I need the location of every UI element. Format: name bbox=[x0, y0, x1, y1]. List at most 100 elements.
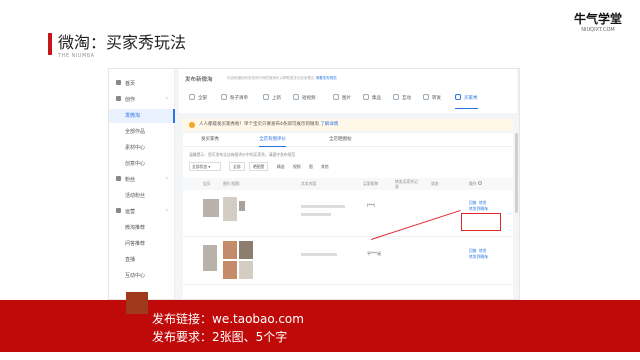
publish-requirements-text: 发布要求：2张图、5个字 bbox=[152, 330, 288, 344]
sidebar-item-post[interactable]: 发微淘 bbox=[109, 109, 175, 123]
hint-text: 温馨提示：您可发布全店有图评价中的买家秀，请遵守发布规范 bbox=[189, 152, 296, 157]
sub-tabs: 发买家秀 全店有图评价 全店晒图帖 bbox=[183, 133, 513, 147]
admin-screenshot: 首页 创作 ⌃ 发微淘 全部作品 素材中心 创意中心 粉丝 ⌃ 活动粉丝 运营 ⌃ 微… bbox=[108, 68, 520, 300]
sidebar-item-recommend[interactable]: 微淘推荐 bbox=[109, 221, 175, 235]
video-icon bbox=[293, 94, 299, 100]
filter-chip[interactable]: 晒图赞 bbox=[249, 162, 269, 171]
column-header: 转发买家秀记录 bbox=[395, 179, 418, 189]
review-photo bbox=[239, 201, 245, 211]
column-header: 买家昵称 bbox=[363, 181, 379, 186]
tab-all[interactable]: 全部 bbox=[189, 89, 207, 109]
review-text bbox=[301, 253, 337, 256]
forward-to-weitao-link[interactable]: 转发到微淘 bbox=[469, 206, 488, 211]
column-header: 文本内容 bbox=[301, 181, 317, 186]
review-text bbox=[301, 205, 345, 208]
sidebar-item-all-works[interactable]: 全部作品 bbox=[109, 125, 175, 139]
row-actions: 回复 转发 转发到微淘 bbox=[469, 200, 488, 212]
sidebar-item-live[interactable]: 直播 bbox=[109, 253, 175, 267]
review-photo bbox=[223, 197, 237, 221]
reply-link[interactable]: 回复 bbox=[469, 248, 477, 253]
banner-square bbox=[126, 292, 148, 314]
brand-logo: 牛气学堂 NIUQIXT.COM bbox=[570, 12, 626, 33]
chevron-up-icon: ⌃ bbox=[164, 209, 169, 215]
sidebar-item-interaction[interactable]: 互动中心 bbox=[109, 269, 175, 283]
chevron-up-icon: ⌃ bbox=[164, 97, 169, 103]
sidebar-item-active-fans[interactable]: 活动粉丝 bbox=[109, 189, 175, 203]
help-icon[interactable] bbox=[477, 181, 482, 185]
column-header: 操作 bbox=[469, 178, 482, 190]
review-photo bbox=[239, 261, 253, 279]
post-panel: 发布新微淘 内容和通知有效发布时间的微淘可以帮助更多的买家看见 请看发布规范 全… bbox=[179, 69, 517, 113]
tab-video[interactable]: 短视频 bbox=[293, 89, 316, 109]
filter-chip[interactable]: 其他 bbox=[321, 162, 329, 171]
review-photo bbox=[223, 261, 237, 279]
subtab-photo-posts[interactable]: 全店晒图帖 bbox=[329, 133, 352, 147]
tab-list[interactable]: 粉子清单 bbox=[221, 89, 248, 109]
publish-link-text: 发布链接：we.taobao.com bbox=[152, 312, 304, 326]
post-type-tabs: 全部 粉子清单 上新 短视频 图片 集品 互动 转发 买家秀 bbox=[183, 89, 513, 109]
tab-new[interactable]: 上新 bbox=[263, 89, 281, 109]
highlight-box bbox=[461, 213, 501, 231]
column-header: 状态 bbox=[431, 181, 439, 186]
tab-buyer-show[interactable]: 买家秀 bbox=[455, 89, 478, 109]
brand-name: 牛气学堂 bbox=[573, 12, 622, 26]
tab-forward[interactable]: 转发 bbox=[423, 89, 441, 109]
sidebar-group-operate[interactable]: 运营 ⌃ bbox=[109, 205, 175, 219]
chevron-up-icon: ⌃ bbox=[164, 177, 169, 183]
image-icon bbox=[333, 94, 339, 100]
review-photo bbox=[223, 241, 237, 259]
sidebar-item-home[interactable]: 首页 bbox=[109, 77, 175, 91]
product-thumbnail bbox=[203, 199, 219, 217]
scrollbar[interactable] bbox=[515, 133, 518, 213]
panel-description: 内容和通知有效发布时间的微淘可以帮助更多的买家看见 请看发布规范 bbox=[227, 76, 337, 80]
home-icon bbox=[116, 80, 121, 85]
sidebar-group-fans[interactable]: 粉丝 ⌃ bbox=[109, 173, 175, 187]
subtab-post[interactable]: 发买家秀 bbox=[201, 133, 219, 147]
notice-icon bbox=[189, 122, 195, 128]
sidebar-group-create[interactable]: 创作 ⌃ bbox=[109, 93, 175, 107]
filter-chip[interactable]: 精选 bbox=[277, 162, 285, 171]
reply-link[interactable]: 回复 bbox=[469, 200, 477, 205]
review-photo bbox=[239, 241, 253, 259]
review-text bbox=[301, 213, 331, 216]
list-icon bbox=[221, 94, 227, 100]
all-icon bbox=[189, 94, 195, 100]
filter-chip[interactable]: 视频 bbox=[293, 162, 301, 171]
fans-icon bbox=[116, 176, 121, 181]
tab-interact[interactable]: 互动 bbox=[393, 89, 411, 109]
new-icon bbox=[263, 94, 269, 100]
forward-link[interactable]: 转发 bbox=[479, 200, 487, 205]
status-select[interactable]: 全部状态 ▾ bbox=[189, 162, 221, 171]
panel-title: 发布新微淘 bbox=[185, 77, 213, 83]
buyer-nickname: l***i bbox=[367, 203, 376, 208]
slide-subtitle: THE NIUMBA bbox=[58, 53, 95, 59]
filter-chip[interactable]: 全部 bbox=[229, 162, 245, 171]
info-banner bbox=[0, 300, 640, 352]
details-link[interactable]: 了解详情 bbox=[320, 122, 338, 127]
sidebar: 首页 创作 ⌃ 发微淘 全部作品 素材中心 创意中心 粉丝 ⌃ 活动粉丝 运营 ⌃ 微… bbox=[109, 69, 175, 299]
product-thumbnail bbox=[203, 245, 217, 271]
tab-collection[interactable]: 集品 bbox=[363, 89, 381, 109]
buyer-nickname: 平***谣 bbox=[367, 251, 381, 256]
forward-to-weitao-link[interactable]: 转发到微淘 bbox=[469, 254, 488, 259]
pen-icon bbox=[116, 96, 121, 101]
column-header: 宝贝 bbox=[203, 181, 211, 186]
collection-icon bbox=[363, 94, 369, 100]
notice-bar: 人人都能发买家秀啦！单个宝贝只要发布4条即可展示到微淘 了解详情 bbox=[183, 119, 513, 131]
main-area: 发布新微淘 内容和通知有效发布时间的微淘可以帮助更多的买家看见 请看发布规范 全… bbox=[179, 69, 517, 299]
sidebar-item-qa[interactable]: 问答推荐 bbox=[109, 237, 175, 251]
table-header: 宝贝 图片/视频 文本内容 买家昵称 转发买家秀记录 状态 操作 bbox=[183, 178, 513, 190]
sidebar-item-materials[interactable]: 素材中心 bbox=[109, 141, 175, 155]
forward-icon bbox=[423, 94, 429, 100]
column-header: 图片/视频 bbox=[223, 181, 240, 186]
slide-title: 微淘：买家秀玩法 bbox=[58, 33, 187, 52]
subtab-photo-reviews[interactable]: 全店有图评价 bbox=[259, 133, 286, 147]
forward-link[interactable]: 转发 bbox=[479, 248, 487, 253]
filter-chip[interactable]: 图 bbox=[309, 162, 313, 171]
sidebar-item-ideas[interactable]: 创意中心 bbox=[109, 157, 175, 171]
tab-image[interactable]: 图片 bbox=[333, 89, 351, 109]
brand-url: NIUQIXT.COM bbox=[581, 27, 615, 33]
row-actions: 回复 转发 转发到微淘 bbox=[469, 248, 488, 260]
buyer-show-icon bbox=[455, 94, 461, 100]
rules-link[interactable]: 请看发布规范 bbox=[316, 76, 337, 80]
